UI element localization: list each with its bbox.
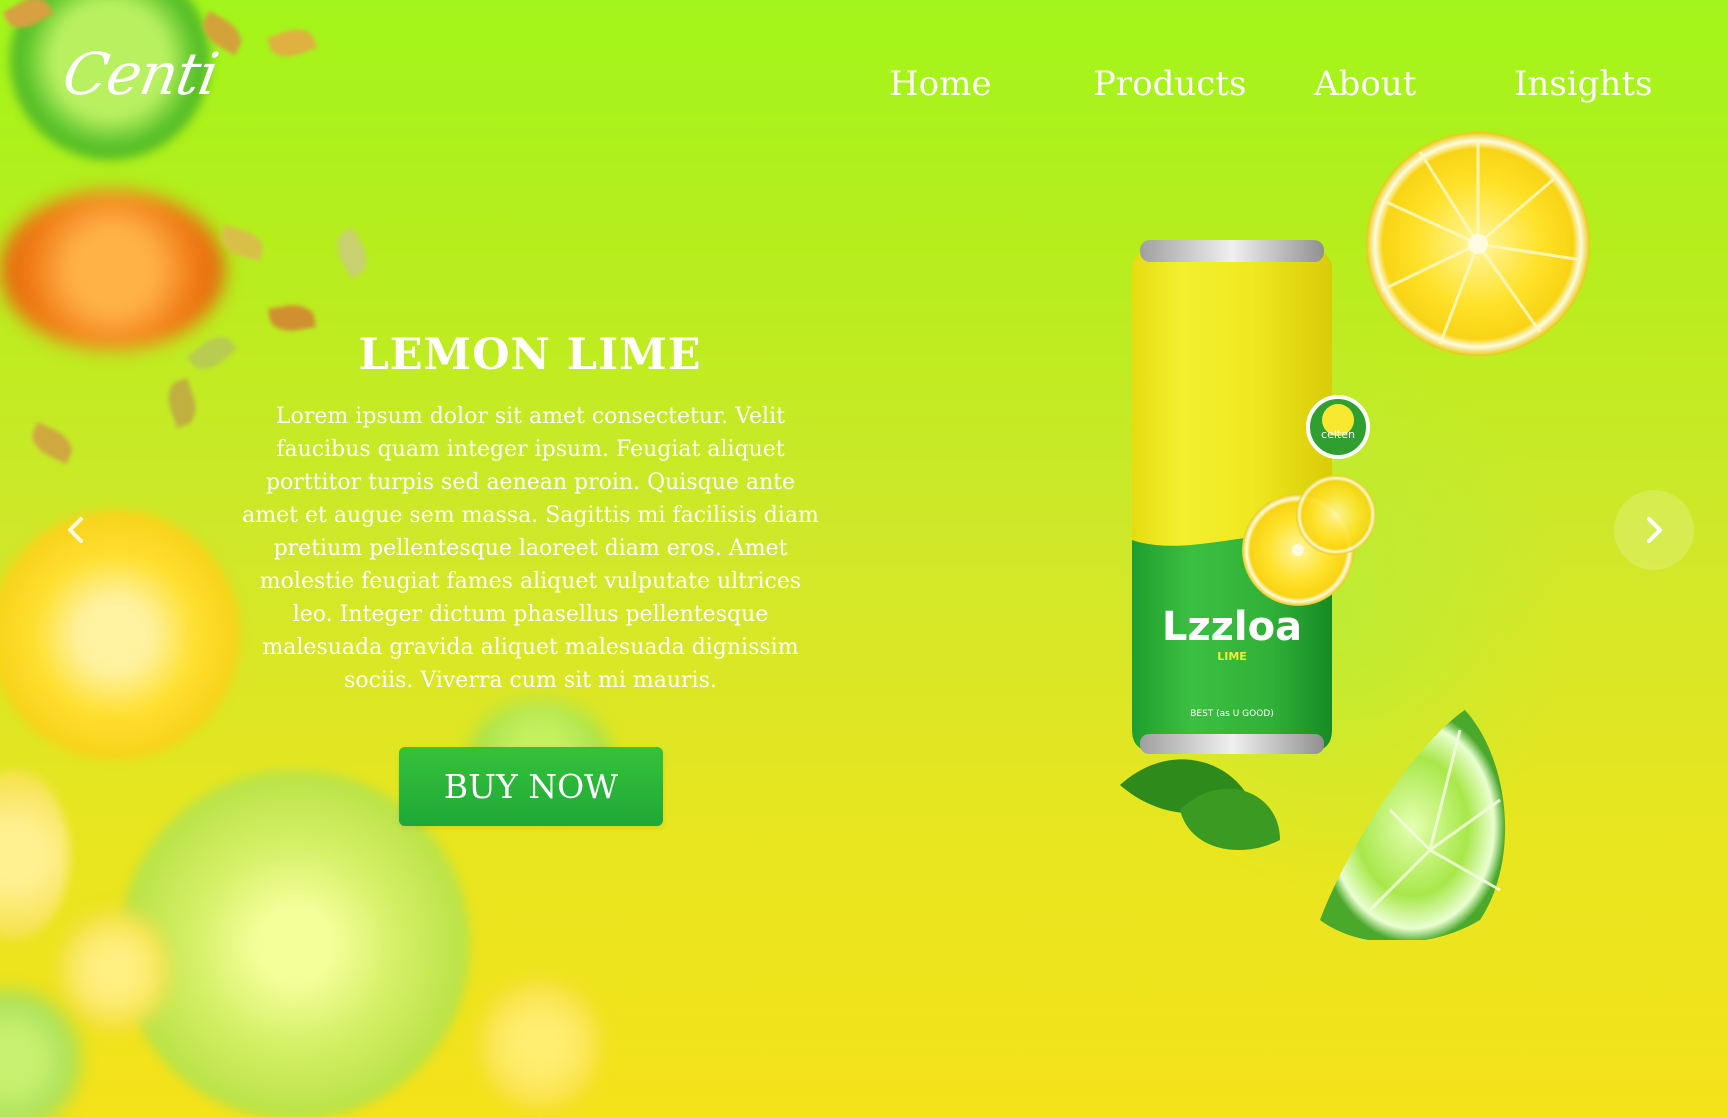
lemon-whole-bottom-decoration (480, 980, 600, 1110)
can-flavor-text: LIME (1217, 650, 1247, 663)
product-visual: celten Lzzloa LIME BEST (as U GOOD) (1120, 132, 1590, 940)
nav-about[interactable]: About (1314, 64, 1416, 104)
leaf-decoration (162, 377, 202, 429)
hero-description: Lorem ipsum dolor sit amet consectetur. … (242, 404, 819, 693)
can-badge-text: celten (1321, 428, 1355, 441)
lemon-slice-left-decoration (0, 510, 240, 760)
brand-logo[interactable]: Centi (58, 40, 223, 108)
chevron-right-icon (1647, 517, 1662, 543)
leaf-decoration (329, 227, 375, 279)
hero-page: Centi Home Products About Insights LEMON… (0, 0, 1728, 1117)
carousel-next-button[interactable] (1614, 490, 1694, 570)
buy-now-button[interactable]: BUY NOW (399, 747, 663, 826)
can-brand-text: Lzzloa (1162, 604, 1302, 650)
nav-products[interactable]: Products (1093, 64, 1246, 104)
lemon-small-decoration (60, 910, 170, 1030)
product-can: celten Lzzloa LIME BEST (as U GOOD) (1132, 240, 1376, 754)
leaf-decoration (266, 23, 318, 63)
nav-insights[interactable]: Insights (1514, 64, 1652, 104)
hero-title: LEMON LIME (358, 330, 702, 380)
leaf-decoration (26, 421, 78, 465)
lemon-edge-decoration (0, 770, 70, 940)
chevron-left-icon (68, 517, 83, 543)
orange-slice-decoration (0, 190, 225, 350)
lime-slice-corner-decoration (0, 990, 80, 1117)
leaf-decoration (217, 224, 267, 262)
carousel-prev-button[interactable] (36, 490, 116, 570)
nav-home[interactable]: Home (889, 64, 991, 104)
can-small-text: BEST (as U GOOD) (1190, 709, 1274, 719)
lime-wedge-decoration (1320, 710, 1506, 940)
